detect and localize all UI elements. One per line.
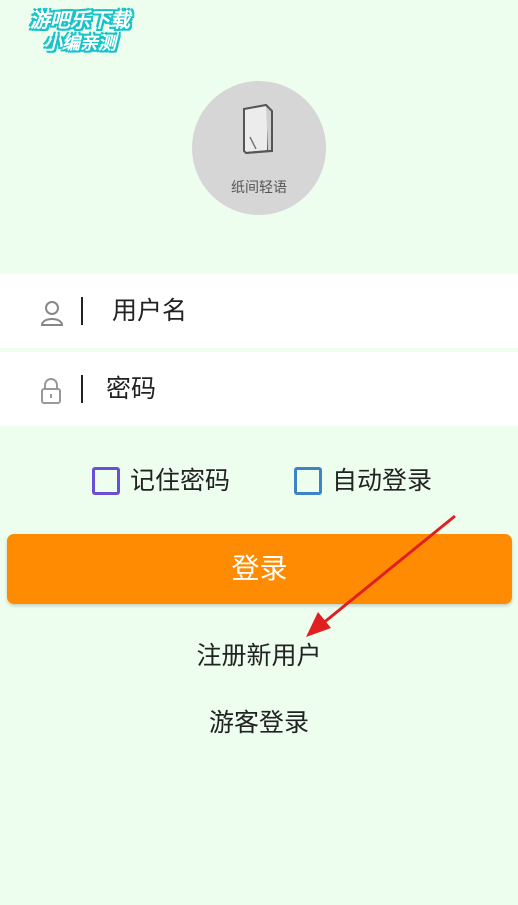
login-button[interactable]: 登录 [7,534,512,604]
guest-login-link[interactable]: 游客登录 [0,703,518,739]
login-options: 记住密码 自动登录 [0,464,518,498]
watermark-logo: 游吧乐下载 小编亲测 [10,8,150,66]
lock-icon [41,378,61,404]
auto-login-label[interactable]: 自动登录 [332,464,432,498]
book-icon [243,103,273,155]
user-icon [40,301,64,326]
watermark-line1: 游吧乐下载 [30,8,130,32]
password-input[interactable]: 密码 [106,352,156,426]
watermark-line2: 小编亲测 [44,33,116,54]
remember-password-checkbox[interactable] [92,467,120,495]
password-field[interactable]: 密码 [0,352,518,426]
username-input[interactable]: 用户名 [112,274,187,348]
field-divider [81,297,83,325]
app-logo: 纸间轻语 [192,81,326,215]
register-link[interactable]: 注册新用户 [0,636,518,672]
logo-text: 纸间轻语 [231,180,287,196]
auto-login-checkbox[interactable] [294,467,322,495]
field-divider [81,375,83,403]
remember-password-label[interactable]: 记住密码 [130,464,230,498]
username-field[interactable]: 用户名 [0,274,518,348]
